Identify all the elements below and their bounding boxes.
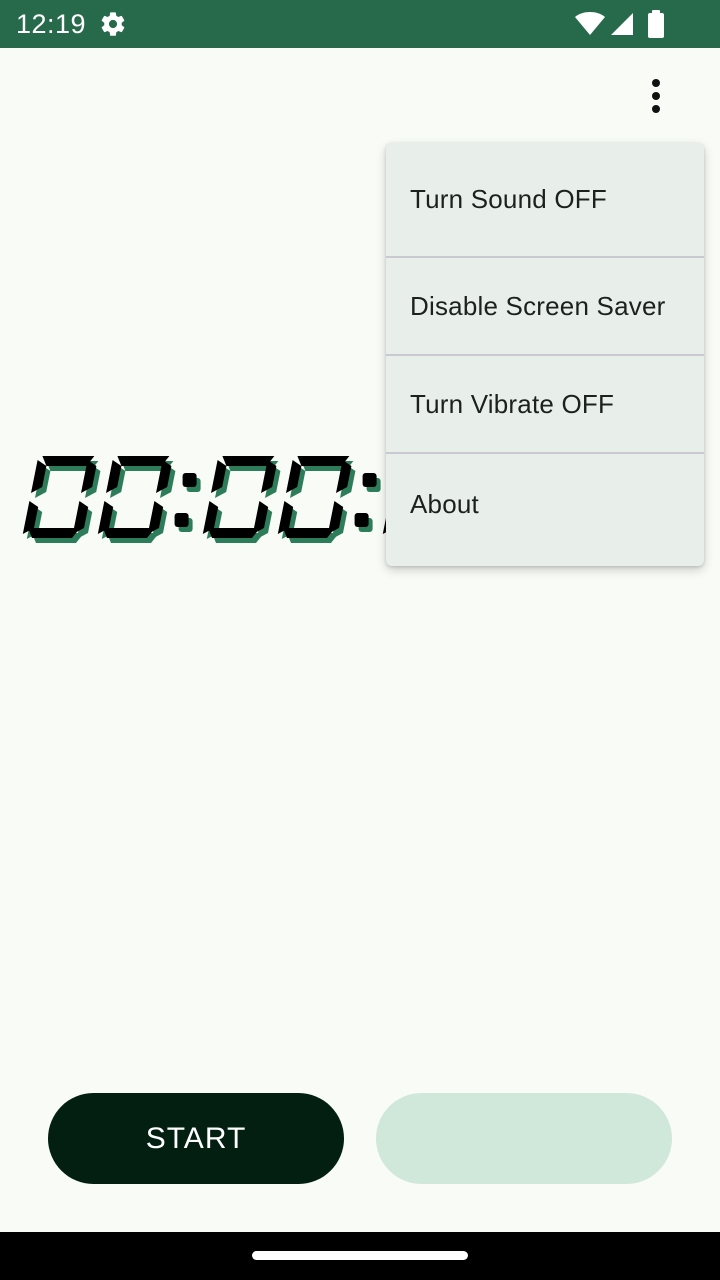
menu-item-sound[interactable]: Turn Sound OFF	[386, 143, 704, 256]
menu-item-label: Disable Screen Saver	[410, 290, 666, 321]
timer-colon-dot	[174, 513, 189, 527]
timer-segment	[297, 456, 350, 466]
timer-segment	[42, 456, 95, 466]
signal-icon	[611, 13, 633, 35]
wifi-icon	[575, 12, 605, 35]
menu-item-label: Turn Sound OFF	[410, 184, 607, 214]
timer-segment	[117, 456, 170, 466]
overflow-menu: Turn Sound OFF Disable Screen Saver Turn…	[386, 143, 704, 566]
status-bar: 12:19	[0, 0, 720, 48]
start-button-label: START	[145, 1121, 247, 1155]
menu-item-label: About	[410, 488, 479, 519]
more-vert-icon	[652, 79, 660, 113]
battery-icon	[648, 10, 664, 38]
timer-segment	[103, 528, 155, 538]
timer-colon-dot	[362, 473, 377, 487]
timer-colon-dot	[182, 473, 197, 487]
reset-button[interactable]	[376, 1093, 672, 1184]
timer-colon-dot	[354, 513, 369, 527]
overflow-menu-button[interactable]	[632, 72, 680, 120]
timer-segment	[208, 528, 260, 538]
menu-item-label: Turn Vibrate OFF	[410, 388, 615, 419]
status-time: 12:19	[16, 9, 87, 39]
menu-item-vibrate[interactable]: Turn Vibrate OFF	[386, 356, 704, 452]
home-handle[interactable]	[252, 1251, 468, 1260]
start-button[interactable]: START	[48, 1093, 344, 1184]
timer-segment	[222, 456, 275, 466]
gear-icon	[101, 12, 125, 36]
menu-item-about[interactable]: About	[386, 454, 704, 554]
menu-item-screen-saver[interactable]: Disable Screen Saver	[386, 258, 704, 354]
timer-segment	[28, 528, 80, 538]
navigation-bar	[0, 1232, 720, 1280]
timer-segment	[283, 528, 335, 538]
